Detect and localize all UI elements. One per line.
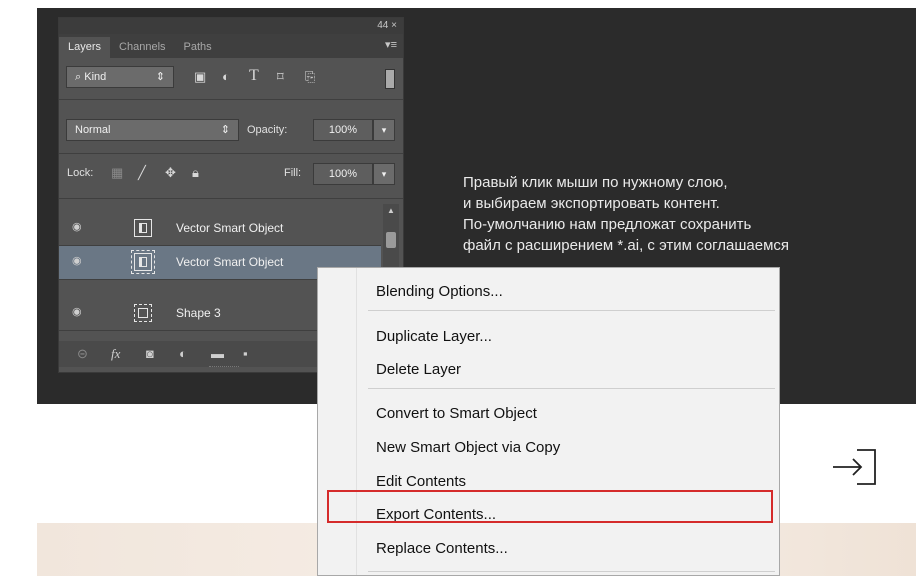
mask-icon[interactable]: ◙ [146, 346, 154, 361]
export-arrow-icon[interactable] [831, 446, 879, 488]
smart-object-thumbnail-icon [131, 250, 155, 274]
lock-image-icon[interactable]: ╱ [138, 163, 146, 183]
updown-icon: ⇕ [155, 71, 165, 83]
visibility-eye-icon[interactable]: ◉ [72, 305, 82, 318]
layer-name: Vector Smart Object [176, 255, 284, 269]
layer-row[interactable]: ◉ Vector Smart Object [59, 212, 381, 246]
menu-separator [368, 310, 775, 311]
instruction-line: По-умолчанию нам предложат сохранить [463, 216, 752, 233]
menu-item-new-smart-object-via-copy[interactable]: New Smart Object via Copy [376, 439, 560, 456]
instruction-line: и выбираем экспортировать контент. [463, 195, 720, 212]
instruction-text: Правый клик мыши по нужному слою, и выби… [463, 172, 789, 256]
menu-item-blending-options[interactable]: Blending Options... [376, 283, 503, 300]
smart-object-thumbnail-icon [134, 219, 152, 237]
panel-tabs: Layers Channels Paths ▾≡ [59, 34, 403, 58]
menu-item-delete-layer[interactable]: Delete Layer [376, 361, 461, 378]
panel-menu-icon[interactable]: ▾≡ [385, 38, 397, 51]
instruction-line: Правый клик мыши по нужному слою, [463, 174, 728, 191]
menu-item-convert-to-smart-object[interactable]: Convert to Smart Object [376, 405, 537, 422]
link-icon[interactable]: ⊝ [77, 346, 88, 362]
blend-mode-value: Normal [75, 124, 111, 136]
filter-kind-label: Kind [84, 71, 107, 83]
fill-dropdown-button[interactable]: ▾ [373, 163, 395, 185]
visibility-eye-icon[interactable]: ◉ [72, 254, 82, 267]
fill-input[interactable]: 100% [313, 163, 373, 185]
new-layer-icon[interactable]: ▪ [243, 346, 248, 361]
search-icon: ⌕ [75, 71, 82, 83]
divider [59, 198, 403, 199]
menu-item-duplicate-layer[interactable]: Duplicate Layer... [376, 328, 492, 345]
tab-paths[interactable]: Paths [175, 37, 221, 58]
menu-item-edit-contents[interactable]: Edit Contents [376, 473, 466, 490]
filter-row: ⌕ Kind ⇕ ▣ ◐ T ⌑ ⎘ [59, 61, 403, 93]
folder-icon[interactable]: ▬ [211, 346, 224, 361]
text-filter-icon[interactable]: T [249, 66, 259, 86]
menu-icon-strip [356, 268, 357, 575]
lock-transparent-icon[interactable]: ▦ [111, 163, 123, 183]
updown-icon: ⇕ [220, 124, 230, 136]
panel-titlebar[interactable]: 44 × [59, 18, 403, 34]
opacity-label: Opacity: [247, 124, 288, 136]
lock-all-icon[interactable]: 🔒︎ [192, 163, 199, 183]
resize-grip[interactable] [209, 366, 239, 369]
opacity-dropdown-button[interactable]: ▾ [373, 119, 395, 141]
image-filter-icon[interactable]: ▣ [194, 67, 206, 87]
filter-toggle[interactable] [385, 69, 395, 89]
layer-name: Shape 3 [176, 306, 221, 320]
opacity-input[interactable]: 100% [313, 119, 373, 141]
instruction-line: файл с расширением *.ai, с этим соглашае… [463, 237, 790, 254]
adjustment-filter-icon[interactable]: ◐ [222, 67, 230, 87]
menu-separator [368, 388, 775, 389]
menu-item-replace-contents[interactable]: Replace Contents... [376, 540, 508, 557]
divider [59, 99, 403, 100]
fx-icon[interactable]: fx [111, 346, 120, 362]
scrollbar-thumb[interactable] [386, 232, 396, 248]
blend-mode-select[interactable]: Normal ⇕ [66, 119, 239, 141]
fill-label: Fill: [284, 167, 302, 179]
divider [59, 153, 403, 154]
tab-channels[interactable]: Channels [110, 37, 174, 58]
lock-position-icon[interactable]: ✥ [165, 163, 176, 183]
shape-filter-icon[interactable]: ⌑ [277, 67, 284, 87]
shape-thumbnail-icon [134, 304, 152, 322]
scroll-up-icon[interactable]: ▲ [387, 206, 395, 215]
lock-label: Lock: [67, 167, 94, 179]
context-menu: Blending Options... Duplicate Layer... D… [317, 267, 780, 576]
tab-layers[interactable]: Layers [59, 37, 111, 58]
layer-name: Vector Smart Object [176, 221, 284, 235]
filter-kind-select[interactable]: ⌕ Kind ⇕ [66, 66, 174, 88]
adjustment-icon[interactable]: ◐ [179, 346, 187, 361]
smart-object-filter-icon[interactable]: ⎘ [305, 67, 315, 87]
export-contents-highlight [327, 490, 773, 523]
menu-separator [368, 571, 775, 572]
visibility-eye-icon[interactable]: ◉ [72, 220, 82, 233]
